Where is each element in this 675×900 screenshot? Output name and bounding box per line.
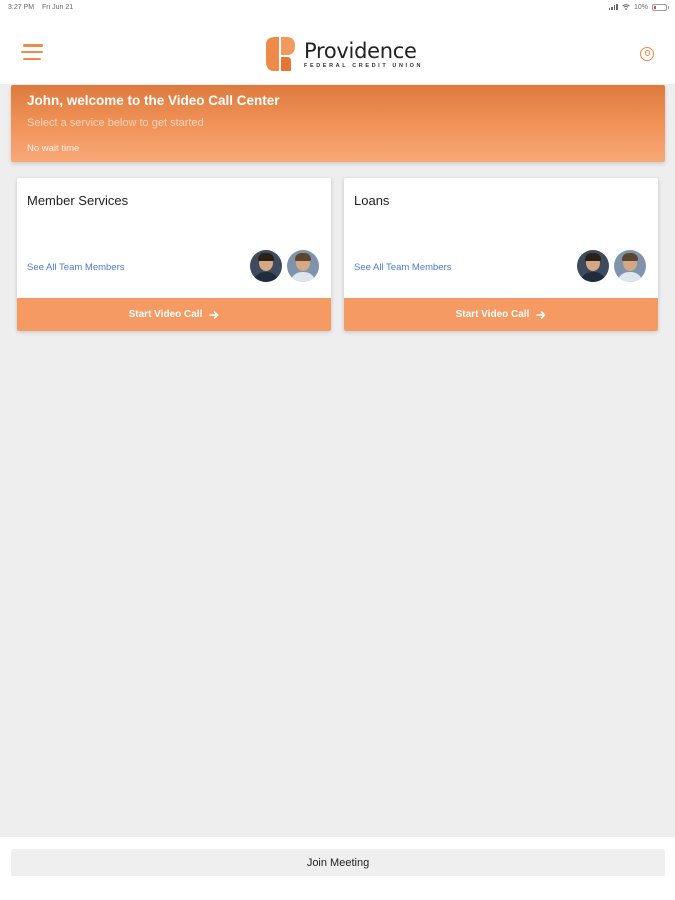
status-date: Fri Jun 21 bbox=[42, 3, 74, 11]
start-video-call-label: Start Video Call bbox=[128, 309, 203, 320]
avatar bbox=[577, 250, 609, 282]
service-card-member-services: Member Services See All Team Members Sta… bbox=[17, 178, 331, 331]
start-video-call-button[interactable]: Start Video Call bbox=[17, 298, 331, 331]
arrow-right-icon bbox=[536, 310, 546, 319]
app-header: Providence FEDERAL CREDIT UNION bbox=[0, 14, 675, 84]
footer: Join Meeting bbox=[0, 837, 675, 900]
account-icon[interactable] bbox=[640, 47, 654, 61]
battery-icon bbox=[652, 3, 669, 11]
status-time: 3:27 PM bbox=[8, 3, 35, 11]
brand-logo: Providence FEDERAL CREDIT UNION bbox=[262, 34, 423, 74]
team-avatars bbox=[577, 250, 646, 282]
start-video-call-button[interactable]: Start Video Call bbox=[344, 298, 658, 331]
wifi-icon bbox=[622, 4, 630, 10]
welcome-title: John, welcome to the Video Call Center bbox=[27, 93, 280, 108]
wait-time-label: No wait time bbox=[27, 143, 80, 154]
welcome-subtitle: Select a service below to get started bbox=[27, 117, 204, 129]
see-all-team-members-link[interactable]: See All Team Members bbox=[27, 262, 125, 273]
welcome-banner: John, welcome to the Video Call Center S… bbox=[11, 85, 665, 162]
brand-text: Providence FEDERAL CREDIT UNION bbox=[304, 40, 423, 69]
hamburger-menu-icon[interactable] bbox=[21, 44, 43, 60]
arrow-right-icon bbox=[209, 310, 219, 319]
battery-percent: 10% bbox=[633, 3, 648, 11]
status-left: 3:27 PM Fri Jun 21 bbox=[8, 4, 79, 11]
join-meeting-button[interactable]: Join Meeting bbox=[11, 849, 665, 876]
providence-logo-icon bbox=[266, 37, 295, 71]
avatar bbox=[287, 250, 319, 282]
avatar bbox=[614, 250, 646, 282]
start-video-call-label: Start Video Call bbox=[455, 309, 530, 320]
brand-name: Providence bbox=[304, 38, 417, 63]
service-card-loans: Loans See All Team Members Start Video C… bbox=[344, 178, 658, 331]
status-right: 10% bbox=[608, 3, 669, 11]
see-all-team-members-link[interactable]: See All Team Members bbox=[354, 262, 452, 273]
status-bar: 3:27 PM Fri Jun 21 10% bbox=[0, 0, 675, 14]
brand-subtitle: FEDERAL CREDIT UNION bbox=[304, 62, 424, 69]
service-title: Loans bbox=[354, 193, 390, 208]
service-title: Member Services bbox=[27, 193, 129, 208]
avatar bbox=[250, 250, 282, 282]
team-avatars bbox=[250, 250, 319, 282]
signal-icon bbox=[608, 4, 618, 10]
